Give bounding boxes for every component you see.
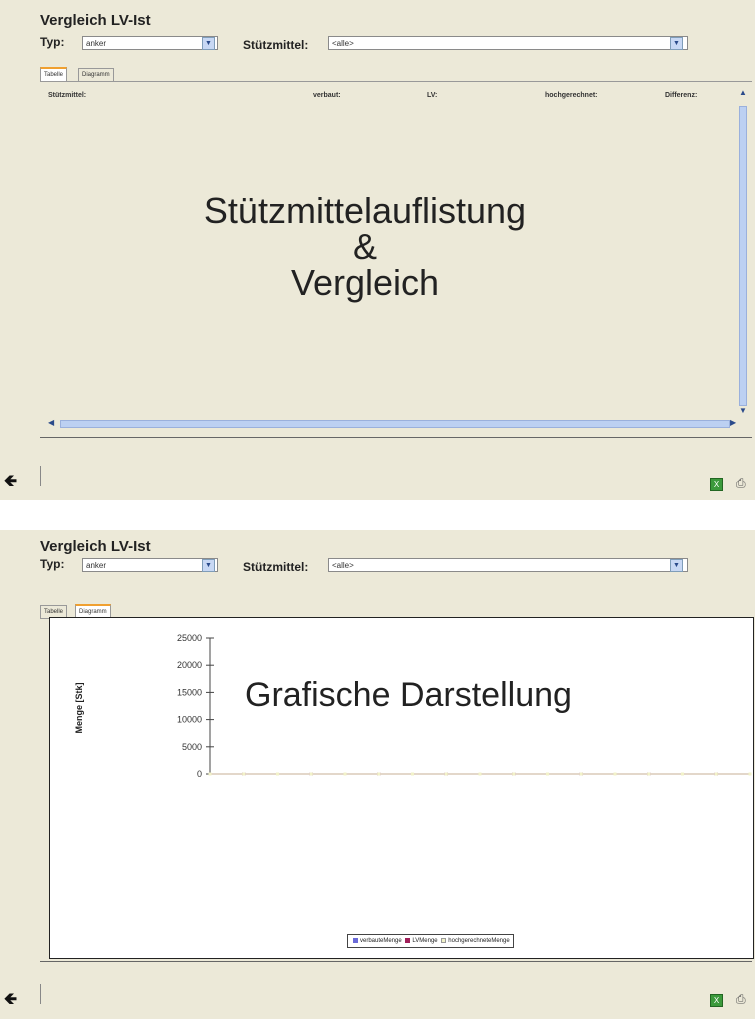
excel-export-icon[interactable]: X [710, 478, 723, 491]
stuetzmittel-select[interactable]: <alle> [328, 558, 688, 572]
typ-select[interactable]: anker [82, 36, 218, 50]
data-point-hochgerechneteMenge [748, 772, 752, 776]
back-arrow-icon[interactable]: 🡸 [4, 470, 17, 497]
chevron-down-icon[interactable]: ▼ [202, 37, 215, 50]
legend-label-verbaute: verbauteMenge [360, 938, 402, 944]
chart-box: 25000 20000 15000 10000 5000 0 Menge [Stk] [49, 617, 754, 959]
data-point-hochgerechneteMenge [512, 772, 516, 776]
chart-legend: verbauteMenge LVMenge hochgerechneteMeng… [347, 934, 514, 948]
y-tick-label: 5000 [182, 742, 202, 752]
data-point-hochgerechneteMenge [343, 772, 347, 776]
overlay-line-2: & [352, 226, 377, 267]
legend-label-hochgerechnet: hochgerechneteMenge [448, 938, 510, 944]
divider [40, 466, 41, 486]
stuetzmittel-select-value: <alle> [332, 561, 354, 570]
tabelle-panel: Vergleich LV-Ist Typ: anker ▼ Stützmitte… [0, 0, 755, 500]
column-header-lv[interactable]: LV: [427, 92, 437, 99]
typ-select[interactable]: anker [82, 558, 218, 572]
tab-diagramm[interactable]: Diagramm [78, 68, 114, 82]
horizontal-scroll-thumb[interactable] [60, 420, 730, 428]
chart-overlay-text: Grafische Darstellung [245, 676, 572, 714]
typ-select-value: anker [86, 561, 107, 570]
data-point-hochgerechneteMenge [714, 772, 718, 776]
print-icon[interactable]: ⎙ [736, 476, 746, 491]
data-point-hochgerechneteMenge [613, 772, 617, 776]
print-icon[interactable]: ⎙ [736, 992, 746, 1007]
column-header-hochgerechnet[interactable]: hochgerechnet: [545, 92, 598, 99]
data-point-hochgerechneteMenge [579, 772, 583, 776]
y-tick-label: 15000 [177, 687, 202, 697]
y-tick-label: 10000 [177, 715, 202, 725]
data-point-hochgerechneteMenge [276, 772, 279, 776]
y-axis-label: Menge [Stk] [74, 682, 84, 733]
y-tick-label: 25000 [177, 633, 202, 643]
y-tick-label: 20000 [177, 660, 202, 670]
chevron-down-icon[interactable]: ▼ [670, 559, 683, 572]
scroll-down-icon[interactable]: ▼ [739, 406, 747, 415]
chevron-down-icon[interactable]: ▼ [202, 559, 215, 572]
page-title: Vergleich LV-Ist [40, 12, 151, 29]
scroll-left-icon[interactable]: ◀ [48, 418, 54, 427]
line-chart: 25000 20000 15000 10000 5000 0 Menge [Stk] [74, 633, 752, 779]
divider [40, 984, 41, 1004]
data-point-hochgerechneteMenge [309, 772, 313, 776]
typ-label: Typ: [40, 557, 65, 571]
stuetzmittel-select[interactable]: <alle> [328, 36, 688, 50]
typ-label: Typ: [40, 35, 65, 49]
page-title: Vergleich LV-Ist [40, 538, 151, 555]
y-tick-label: 0 [197, 769, 202, 779]
legend-swatch-hochgerechnet [441, 937, 447, 943]
data-point-hochgerechneteMenge [208, 772, 212, 776]
overlay-line-3: Vergleich [290, 262, 440, 303]
legend-swatch-lv [405, 937, 411, 943]
data-point-hochgerechneteMenge [478, 772, 482, 776]
column-header-verbaut[interactable]: verbaut: [313, 92, 341, 99]
legend-label-lv: LVMenge [412, 938, 438, 944]
data-point-hochgerechneteMenge [411, 772, 414, 776]
tab-diagramm[interactable]: Diagramm [75, 604, 111, 618]
scroll-up-icon[interactable]: ▲ [739, 88, 747, 97]
scroll-right-icon[interactable]: ▶ [730, 418, 736, 427]
column-header-stuetzmittel[interactable]: Stützmittel: [48, 92, 86, 99]
data-point-hochgerechneteMenge [647, 772, 651, 776]
data-point-hochgerechneteMenge [242, 772, 246, 776]
stuetzmittel-label: Stützmittel: [243, 560, 309, 574]
legend-swatch-verbaute [353, 937, 358, 943]
stuetzmittel-label: Stützmittel: [243, 38, 309, 52]
data-point-hochgerechneteMenge [681, 772, 684, 776]
data-point-hochgerechneteMenge [444, 772, 448, 776]
back-arrow-icon[interactable]: 🡸 [4, 988, 17, 1015]
column-header-differenz[interactable]: Differenz: [665, 92, 697, 99]
stuetzmittel-select-value: <alle> [332, 39, 354, 48]
vertical-scroll-thumb[interactable] [739, 106, 747, 406]
excel-export-icon[interactable]: X [710, 994, 723, 1007]
vertical-scrollbar[interactable]: ▲ ▼ [736, 88, 750, 428]
tab-tabelle[interactable]: Tabelle [40, 67, 68, 81]
table-overlay-text: Stützmittelauflistung & Vergleich [160, 190, 570, 304]
chevron-down-icon[interactable]: ▼ [670, 37, 683, 50]
data-point-hochgerechneteMenge [546, 772, 549, 776]
data-point-hochgerechneteMenge [377, 772, 381, 776]
typ-select-value: anker [86, 39, 107, 48]
